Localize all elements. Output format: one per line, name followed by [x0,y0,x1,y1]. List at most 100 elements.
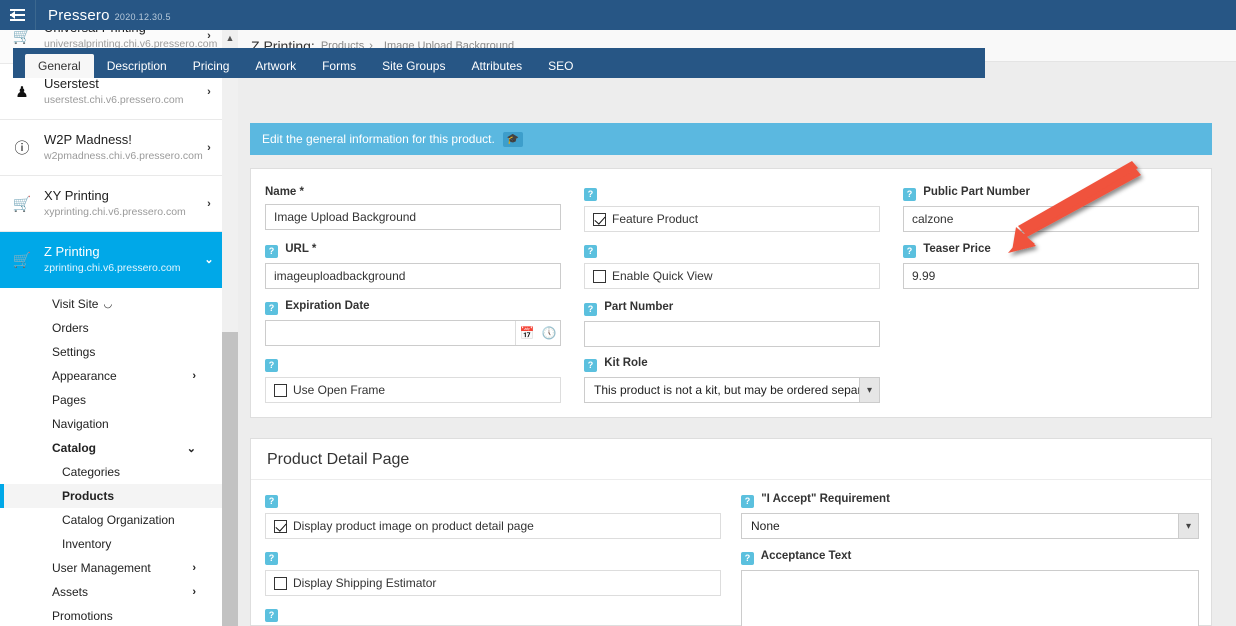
field-label: Name * [265,185,561,199]
site-url: xyprinting.chi.v6.pressero.com [44,206,186,218]
chevron-right-icon[interactable]: › [196,30,222,42]
acceptance-text-textarea[interactable] [741,570,1199,626]
help-icon[interactable]: ? [265,609,278,622]
help-icon[interactable]: ? [741,495,754,508]
clock-icon[interactable]: 🕔 [538,326,560,340]
use-open-frame-row[interactable]: Use Open Frame [265,377,561,403]
kit-role-select[interactable]: This product is not a kit, but may be or… [584,377,880,403]
field-label: ? URL * [265,242,561,258]
chevron-down-icon[interactable]: ⌄ [196,253,222,266]
info-icon: ⓘ [14,140,30,157]
enable-quick-view-checkbox[interactable] [593,269,606,283]
scroll-up-icon[interactable]: ▲ [222,30,238,45]
tab-forms[interactable]: Forms [309,54,369,78]
chevron-right-icon[interactable]: › [196,142,222,154]
part-number-input[interactable] [584,321,880,347]
display-shipping-estimator-checkbox[interactable] [274,576,287,590]
field-display-product-image: ? Display product image on product detai… [265,492,721,539]
kit-role-value: This product is not a kit, but may be or… [594,383,880,397]
sidebar-item-catalog-organization[interactable]: Catalog Organization [0,508,222,532]
acceptance-text-label: Acceptance Text [760,550,852,562]
tab-seo[interactable]: SEO [535,54,586,78]
tab-description[interactable]: Description [94,54,180,78]
enable-quick-view-row[interactable]: Enable Quick View [584,263,880,289]
help-icon[interactable]: ? [584,245,597,258]
help-icon[interactable]: ? [265,359,278,372]
help-icon[interactable]: ? [584,359,597,372]
sidebar-item-appearance[interactable]: Appearance › [0,364,222,388]
hamburger-collapse-icon [10,9,25,21]
sidebar-item-visit-site[interactable]: Visit Site ◡ [0,292,222,316]
chevron-right-icon[interactable]: › [196,198,222,210]
chevron-down-icon[interactable]: ▾ [1178,514,1198,538]
use-open-frame-checkbox[interactable] [274,383,287,397]
chevron-right-icon[interactable]: › [196,86,222,98]
field-enable-quick-view: ? Enable Quick View [584,242,880,289]
sidebar-scrollbar[interactable]: ▲ [222,30,238,626]
chevron-down-icon[interactable]: ▾ [859,378,879,402]
sidebar-item-user-management[interactable]: User Management › [0,556,222,580]
feature-product-checkbox[interactable] [593,212,606,226]
site-url: userstest.chi.v6.pressero.com [44,94,184,106]
help-icon[interactable]: ? [265,302,278,315]
help-icon[interactable]: ? [265,552,278,565]
display-shipping-estimator-row[interactable]: Display Shipping Estimator [265,570,721,596]
field-third-option: ? [265,606,721,626]
tab-general[interactable]: General [25,54,94,78]
help-icon[interactable]: ? [265,245,278,258]
i-accept-requirement-select[interactable]: None ▾ [741,513,1199,539]
help-icon[interactable]: ? [903,245,916,258]
sidebar-item-label: Categories [62,465,121,479]
url-input[interactable] [265,263,561,289]
url-label: URL [285,243,309,255]
display-product-image-checkbox[interactable] [274,519,287,533]
sidebar-item-label: Products [62,489,115,503]
sidebar-item-settings[interactable]: Settings [0,340,222,364]
sidebar-site-z-printing[interactable]: 🛒 Z Printing zprinting.chi.v6.pressero.c… [0,232,222,288]
calendar-icon[interactable]: 📅 [516,326,538,340]
sidebar-item-promotions[interactable]: Promotions [0,604,222,626]
site-name: W2P Madness! [44,132,132,147]
sidebar-item-orders[interactable]: Orders [0,316,222,340]
sidebar-item-label: Catalog [52,441,97,455]
feature-product-row[interactable]: Feature Product [584,206,880,232]
sidebar-site-xy-printing[interactable]: 🛒 XY Printing xyprinting.chi.v6.pressero… [0,176,222,232]
teaser-price-label: Teaser Price [923,243,991,255]
sidebar-item-navigation[interactable]: Navigation [0,412,222,436]
sidebar-item-products[interactable]: Products [0,484,222,508]
sidebar-site-w2p-madness[interactable]: ⓘ W2P Madness! w2pmadness.chi.v6.presser… [0,120,222,176]
graduation-cap-icon[interactable]: 🎓 [502,131,523,147]
field-name: Name * [265,185,561,230]
app-root: Pressero 2020.12.30.5 🛒 Universal Printin… [0,0,1236,626]
tab-pricing[interactable]: Pricing [180,54,243,78]
expiration-date-input[interactable]: 📅 🕔 [265,320,561,346]
help-icon[interactable]: ? [584,303,597,316]
help-icon[interactable]: ? [265,495,278,508]
external-link-icon: ◡ [103,298,113,310]
sidebar-item-catalog[interactable]: Catalog ⌄ [0,436,222,460]
help-icon[interactable]: ? [903,188,916,201]
tab-attributes[interactable]: Attributes [458,54,535,78]
name-input[interactable] [265,204,561,230]
sidebar-item-label: Orders [52,321,89,335]
field-label: ? [265,606,721,622]
feature-product-label: Feature Product [612,212,699,226]
public-part-number-input[interactable] [903,206,1199,232]
kit-role-label: Kit Role [604,357,648,369]
sidebar-item-assets[interactable]: Assets › [0,580,222,604]
sidebar-item-pages[interactable]: Pages [0,388,222,412]
tab-artwork[interactable]: Artwork [242,54,309,78]
scrollbar-thumb[interactable] [222,332,238,626]
help-icon[interactable]: ? [584,188,597,201]
use-open-frame-label: Use Open Frame [293,383,386,397]
display-product-image-row[interactable]: Display product image on product detail … [265,513,721,539]
sidebar-item-inventory[interactable]: Inventory [0,532,222,556]
section-title: Product Detail Page [251,439,1211,480]
sidebar-toggle-button[interactable] [0,0,36,30]
help-icon[interactable]: ? [741,552,754,565]
sidebar-item-label: Catalog Organization [62,513,175,527]
tab-site-groups[interactable]: Site Groups [369,54,458,78]
teaser-price-input[interactable] [903,263,1199,289]
field-label: ? [265,492,721,508]
sidebar-item-categories[interactable]: Categories [0,460,222,484]
